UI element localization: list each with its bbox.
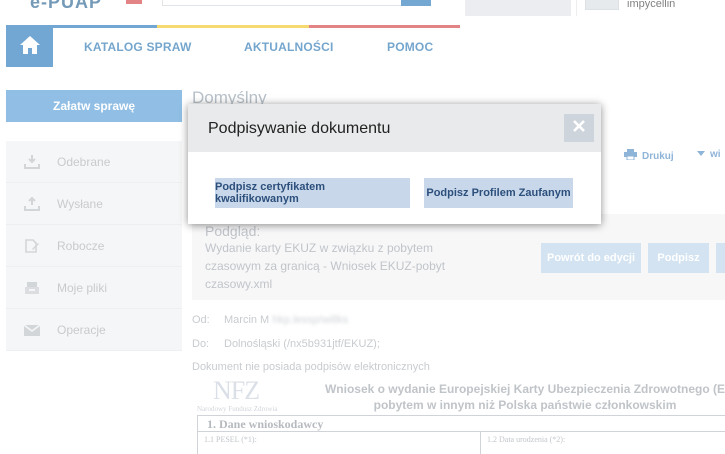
dialog-header: Podpisywanie dokumentu [188, 104, 601, 152]
close-icon [573, 119, 585, 137]
close-button[interactable] [564, 114, 594, 142]
modal-overlay[interactable] [0, 0, 725, 454]
sign-qualified-certificate-button[interactable]: Podpisz certyfikatem kwalifikowanym [215, 178, 410, 208]
signing-dialog: Podpisywanie dokumentu Podpisz certyfika… [188, 104, 601, 224]
dialog-title: Podpisywanie dokumentu [208, 120, 391, 137]
page: e-PUAP impycellin KATALOG SPRAW AKTUALNO… [0, 0, 725, 454]
sign-trusted-profile-button[interactable]: Podpisz Profilem Zaufanym [424, 178, 573, 208]
